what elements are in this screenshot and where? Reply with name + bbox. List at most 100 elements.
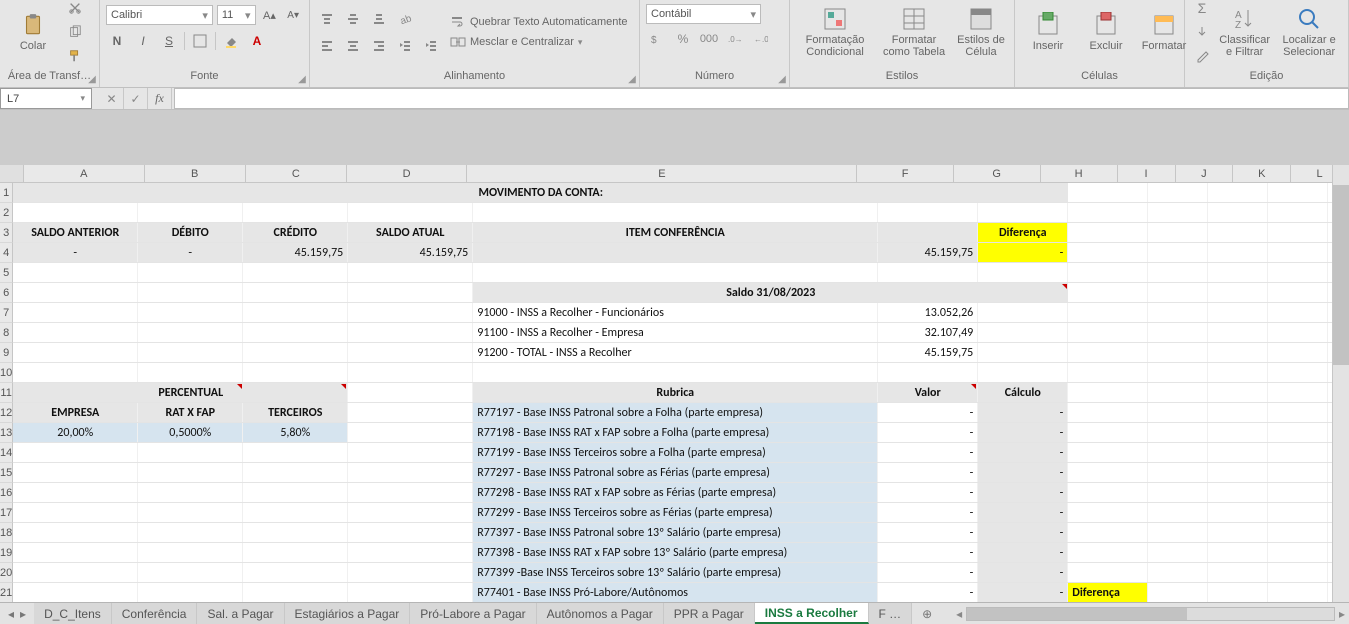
increase-indent-button[interactable] <box>420 34 442 56</box>
cell[interactable] <box>138 563 243 582</box>
cell[interactable] <box>1268 583 1328 602</box>
cell[interactable] <box>243 383 348 402</box>
row-header[interactable]: 18 <box>0 523 13 543</box>
cell[interactable] <box>1148 503 1208 522</box>
underline-button[interactable]: S <box>158 30 180 52</box>
clear-button[interactable] <box>1191 45 1213 67</box>
cell[interactable] <box>878 363 978 382</box>
cell-styles-button[interactable]: Estilos de Célula <box>954 6 1008 58</box>
cell[interactable] <box>1268 203 1328 222</box>
cell[interactable]: R77297 - Base INSS Patronal sobre as Fér… <box>473 463 878 482</box>
cell[interactable] <box>1068 483 1148 502</box>
cell[interactable] <box>1208 203 1268 222</box>
cell[interactable] <box>1268 223 1328 242</box>
cell[interactable] <box>243 363 348 382</box>
cell[interactable] <box>1208 523 1268 542</box>
cell[interactable]: - <box>978 463 1068 482</box>
cell[interactable] <box>13 543 138 562</box>
cell[interactable] <box>1068 403 1148 422</box>
cell[interactable] <box>978 303 1068 322</box>
cell[interactable] <box>348 443 473 462</box>
wrap-text-button[interactable]: Quebrar Texto Automaticamente <box>450 14 628 30</box>
cell[interactable] <box>978 323 1068 342</box>
cell[interactable] <box>243 283 348 302</box>
cell[interactable] <box>1068 543 1148 562</box>
cell[interactable] <box>138 583 243 602</box>
cell[interactable]: SALDO ANTERIOR <box>13 223 138 242</box>
cell[interactable] <box>1208 303 1268 322</box>
cell[interactable]: - <box>878 583 978 602</box>
fill-button[interactable] <box>1191 21 1213 43</box>
cell[interactable] <box>1148 523 1208 542</box>
cell[interactable] <box>348 503 473 522</box>
cell[interactable] <box>348 383 473 402</box>
align-center-button[interactable] <box>342 34 364 56</box>
format-as-table-button[interactable]: Formatar como Tabela <box>878 6 950 58</box>
dialog-launcher-icon[interactable]: ◢ <box>627 75 637 85</box>
dialog-launcher-icon[interactable]: ◢ <box>87 75 97 85</box>
orientation-button[interactable]: ab <box>394 8 416 30</box>
row-header[interactable]: 17 <box>0 503 13 523</box>
cell[interactable]: ITEM CONFERÊNCIA <box>473 223 878 242</box>
cell[interactable] <box>1148 263 1208 282</box>
cell[interactable] <box>348 203 473 222</box>
insert-cells-button[interactable]: Inserir <box>1021 12 1075 52</box>
cell[interactable] <box>1148 443 1208 462</box>
cell[interactable]: 0,5000% <box>138 423 243 442</box>
cell[interactable]: - <box>978 583 1068 602</box>
cell[interactable]: - <box>878 543 978 562</box>
cell[interactable] <box>1208 343 1268 362</box>
row-header[interactable]: 12 <box>0 403 13 423</box>
cell[interactable] <box>1268 303 1328 322</box>
conditional-formatting-button[interactable]: Formatação Condicional <box>796 6 874 58</box>
cell[interactable] <box>1208 503 1268 522</box>
cells-area[interactable]: MOVIMENTO DA CONTA:SALDO ANTERIORDÉBITOC… <box>13 183 1349 602</box>
cell[interactable]: R77401 - Base INSS Pró-Labore/Autônomos <box>473 583 878 602</box>
cell[interactable] <box>1208 563 1268 582</box>
cell[interactable]: R77198 - Base INSS RAT x FAP sobre a Fol… <box>473 423 878 442</box>
row-header[interactable]: 11 <box>0 383 13 403</box>
cell[interactable] <box>243 323 348 342</box>
cell[interactable] <box>1208 423 1268 442</box>
col-header[interactable]: B <box>145 165 246 182</box>
font-size-combo[interactable]: 11▾ <box>217 5 256 25</box>
cell[interactable]: 45.159,75 <box>243 243 348 262</box>
cell[interactable] <box>1208 323 1268 342</box>
accept-formula-button[interactable]: ✓ <box>124 88 148 109</box>
accounting-format-button[interactable]: $ <box>646 28 668 50</box>
cell[interactable] <box>1148 483 1208 502</box>
cell[interactable] <box>1068 283 1148 302</box>
cell[interactable]: PERCENTUAL <box>138 383 243 402</box>
cell[interactable] <box>13 483 138 502</box>
cell[interactable] <box>348 483 473 502</box>
row-header[interactable]: 2 <box>0 203 13 223</box>
cell[interactable] <box>1068 563 1148 582</box>
decrease-decimal-button[interactable]: ←.0 <box>750 28 772 50</box>
cell[interactable] <box>13 443 138 462</box>
cell[interactable]: 45.159,75 <box>878 243 978 262</box>
sheet-tab[interactable]: INSS a Recolher <box>755 603 869 624</box>
cell[interactable]: 5,80% <box>243 423 348 442</box>
sheet-tab[interactable]: PPR a Pagar <box>664 603 755 624</box>
cell[interactable]: TERCEIROS <box>243 403 348 422</box>
dialog-launcher-icon[interactable]: ◢ <box>297 75 307 85</box>
sheet-tab[interactable]: Conferência <box>112 603 198 624</box>
cell[interactable] <box>1208 403 1268 422</box>
sheet-tab[interactable]: Estagiários a Pagar <box>285 603 411 624</box>
cell[interactable] <box>1148 423 1208 442</box>
font-color-button[interactable]: A <box>246 30 268 52</box>
cell[interactable] <box>1208 543 1268 562</box>
cell[interactable] <box>138 343 243 362</box>
cell[interactable] <box>878 203 978 222</box>
cell[interactable] <box>1068 423 1148 442</box>
cell[interactable] <box>243 443 348 462</box>
cell[interactable] <box>1208 463 1268 482</box>
comma-format-button[interactable]: 000 <box>698 28 720 50</box>
percent-format-button[interactable]: % <box>672 28 694 50</box>
cell[interactable] <box>13 463 138 482</box>
col-header[interactable]: E <box>467 165 857 182</box>
row-header[interactable]: 3 <box>0 223 13 243</box>
col-header[interactable]: J <box>1176 165 1234 182</box>
delete-cells-button[interactable]: Excluir <box>1079 12 1133 52</box>
cell[interactable] <box>978 203 1068 222</box>
